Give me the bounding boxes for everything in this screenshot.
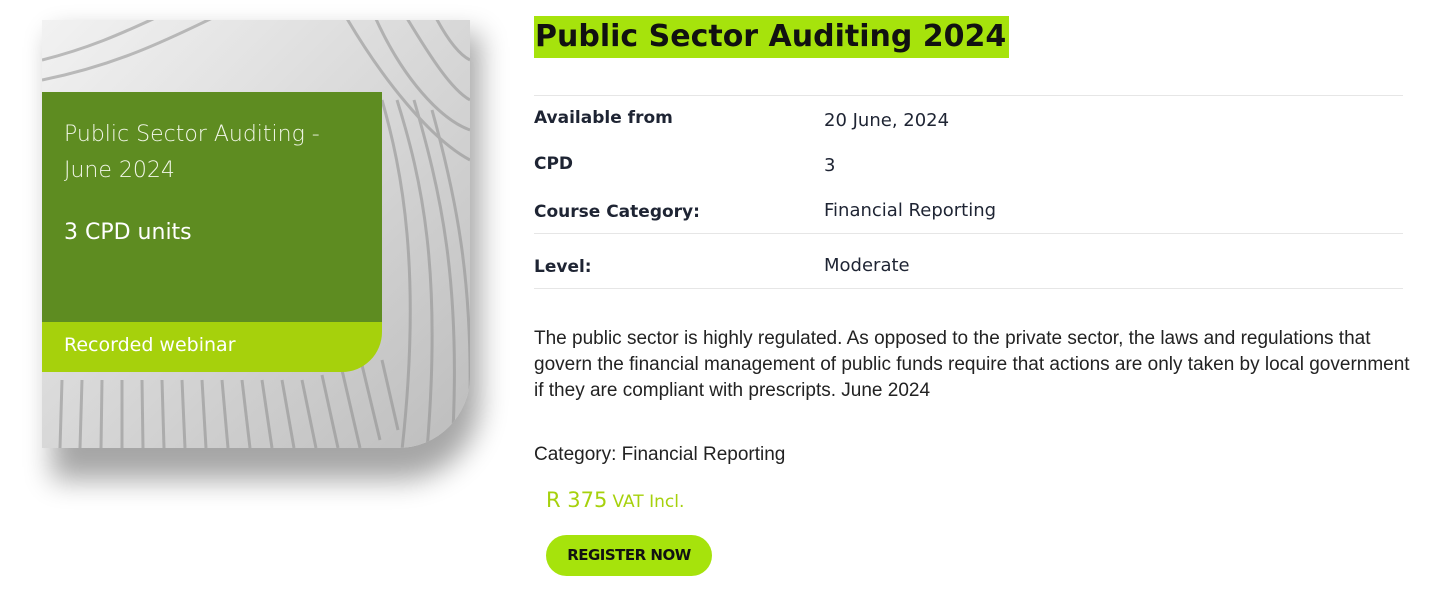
divider <box>534 95 1403 96</box>
divider <box>534 288 1403 289</box>
detail-value-level: Moderate <box>824 255 910 276</box>
price-amount: R 375 <box>546 488 608 512</box>
image-format-label: Recorded webinar <box>64 334 236 356</box>
product-description: The public sector is highly regulated. A… <box>534 328 1410 401</box>
detail-value-available-from: 20 June, 2024 <box>824 110 950 131</box>
image-green-panel: Public Sector Auditing - June 2024 3 CPD… <box>42 92 382 322</box>
price: R 375 VAT Incl. <box>546 488 684 512</box>
product-image: Public Sector Auditing - June 2024 3 CPD… <box>42 20 480 480</box>
divider <box>534 233 1403 234</box>
register-now-button[interactable]: REGISTER NOW <box>546 535 712 576</box>
detail-label-course-category: Course Category: <box>534 202 700 222</box>
category-line: Category: Financial Reporting <box>534 444 786 465</box>
detail-value-course-category: Financial Reporting <box>824 200 997 221</box>
detail-value-cpd: 3 <box>824 155 836 176</box>
product-image-card: Public Sector Auditing - June 2024 3 CPD… <box>42 20 470 448</box>
detail-label-available-from: Available from <box>534 108 673 128</box>
detail-label-level: Level: <box>534 257 592 277</box>
price-vat-suffix: VAT Incl. <box>612 492 685 512</box>
image-course-title: Public Sector Auditing - June 2024 <box>64 122 320 183</box>
image-cpd-units: 3 CPD units <box>64 220 192 245</box>
page-title: Public Sector Auditing 2024 <box>534 16 1010 58</box>
detail-label-cpd: CPD <box>534 154 574 174</box>
image-format-banner: Recorded webinar <box>42 322 382 372</box>
